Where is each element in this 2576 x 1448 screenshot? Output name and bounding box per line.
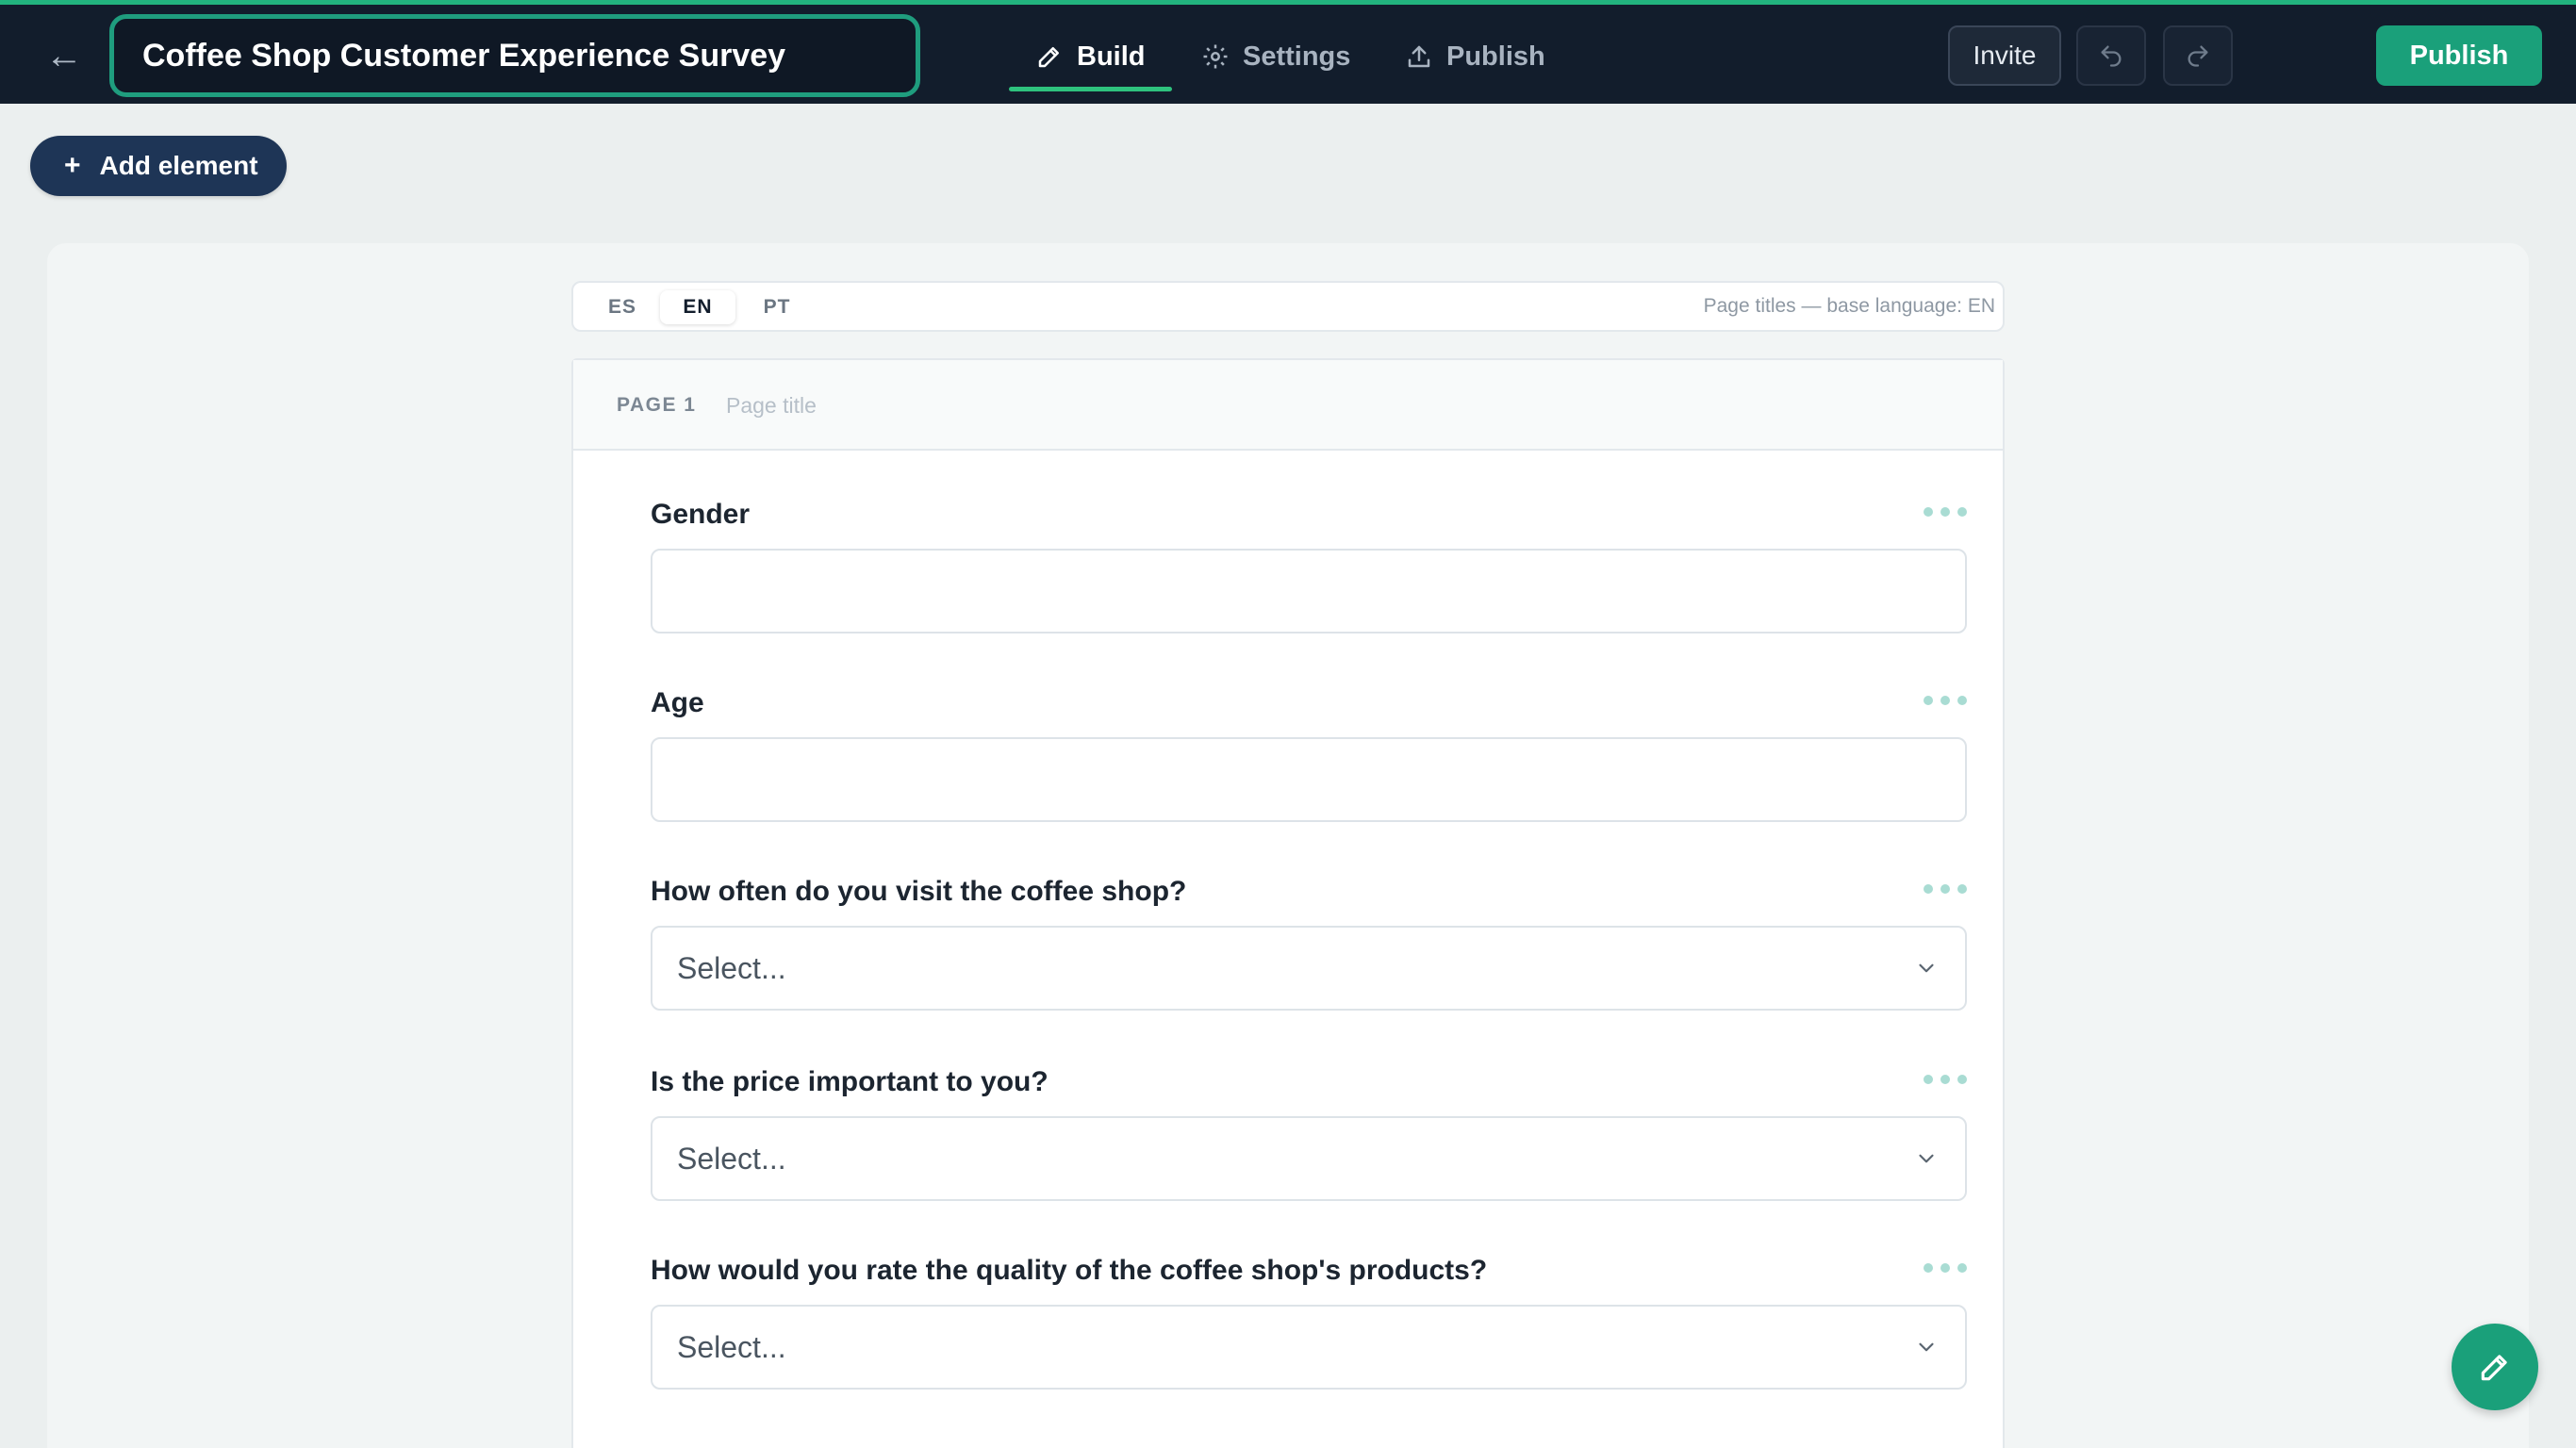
dropdown-select[interactable]: Select... bbox=[651, 1116, 1967, 1201]
tab-settings[interactable]: Settings bbox=[1201, 27, 1350, 86]
publish-button[interactable]: Publish bbox=[2376, 25, 2542, 86]
more-options-icon[interactable] bbox=[1924, 498, 1967, 526]
more-options-icon[interactable] bbox=[1924, 686, 1967, 715]
edit-fab-button[interactable] bbox=[2452, 1324, 2538, 1410]
gear-icon bbox=[1203, 44, 1228, 69]
text-answer-field[interactable] bbox=[651, 737, 1967, 822]
question-label: Gender bbox=[651, 499, 751, 530]
chevron-down-icon bbox=[1919, 1342, 1934, 1352]
redo-button[interactable] bbox=[2163, 25, 2233, 86]
tab-build-label: Build bbox=[1077, 41, 1146, 72]
plus-icon: + bbox=[64, 150, 81, 181]
more-options-icon[interactable] bbox=[1924, 1254, 1967, 1282]
page-number-label: PAGE 1 bbox=[617, 394, 697, 416]
chevron-down-icon bbox=[1919, 963, 1934, 973]
add-element-label: Add element bbox=[99, 151, 258, 180]
dropdown-select[interactable]: Select... bbox=[651, 926, 1967, 1011]
pencil-icon bbox=[1038, 47, 1059, 68]
page-header: PAGE 1 bbox=[573, 360, 2003, 451]
select-placeholder: Select... bbox=[677, 1330, 786, 1364]
top-bar: ← Coffee Shop Customer Experience Survey… bbox=[0, 0, 2576, 104]
question-label: Age bbox=[651, 687, 704, 718]
lang-tab-es[interactable]: ES bbox=[585, 290, 660, 324]
page-title-input[interactable] bbox=[726, 388, 1292, 422]
tab-publish-label: Publish bbox=[1446, 41, 1545, 72]
active-tab-indicator bbox=[1009, 87, 1172, 91]
add-element-button[interactable]: + Add element bbox=[30, 136, 287, 196]
upload-icon bbox=[1408, 45, 1430, 68]
tab-build[interactable]: Build bbox=[1009, 27, 1172, 91]
tab-publish[interactable]: Publish bbox=[1405, 27, 1545, 86]
survey-title-input[interactable]: Coffee Shop Customer Experience Survey bbox=[109, 14, 920, 97]
undo-button[interactable] bbox=[2076, 25, 2146, 86]
chevron-down-icon bbox=[1919, 1154, 1934, 1163]
more-options-icon[interactable] bbox=[1924, 1065, 1967, 1094]
select-placeholder: Select... bbox=[677, 1142, 786, 1176]
question-label: How often do you visit the coffee shop? bbox=[651, 876, 1187, 907]
question-label: Is the price important to you? bbox=[651, 1066, 1049, 1097]
text-answer-field[interactable] bbox=[651, 549, 1967, 634]
undo-icon bbox=[2101, 45, 2122, 67]
question-label: How would you rate the quality of the co… bbox=[651, 1255, 1488, 1286]
redo-icon bbox=[2188, 45, 2208, 67]
pencil-icon bbox=[2481, 1355, 2507, 1381]
lang-tab-en[interactable]: EN bbox=[660, 290, 735, 324]
select-placeholder: Select... bbox=[677, 951, 786, 985]
survey-page-card: PAGE 1 Gender Age How often do you visit… bbox=[571, 358, 2005, 1448]
back-arrow-icon[interactable]: ← bbox=[41, 33, 87, 78]
dropdown-select[interactable]: Select... bbox=[651, 1305, 1967, 1390]
language-switcher: ES EN PT Page titles — base language: EN bbox=[571, 281, 2005, 332]
lang-tab-pt[interactable]: PT bbox=[739, 290, 815, 324]
more-options-icon[interactable] bbox=[1924, 875, 1967, 903]
invite-button[interactable]: Invite bbox=[1948, 25, 2061, 86]
tab-settings-label: Settings bbox=[1243, 41, 1351, 72]
base-language-note: Page titles — base language: EN bbox=[1703, 295, 1995, 317]
